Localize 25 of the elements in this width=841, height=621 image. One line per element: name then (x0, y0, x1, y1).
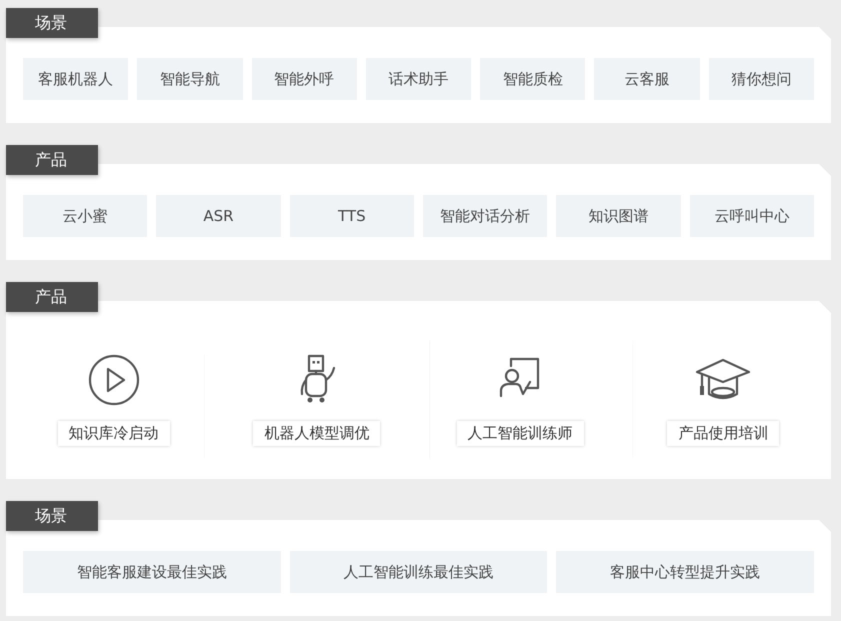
card-label: 产品使用培训 (667, 421, 780, 446)
card-label: 人工智能训练师 (456, 421, 584, 446)
tag-button[interactable]: TTS (290, 195, 414, 237)
tag-button[interactable]: 云呼叫中心 (690, 195, 814, 237)
tag-button[interactable]: 智能外呼 (252, 58, 357, 100)
section-tag: 产品 (6, 145, 98, 175)
tag-button[interactable]: 人工智能训练最佳实践 (290, 551, 548, 593)
card-label: 知识库冷启动 (58, 421, 170, 446)
tag-button[interactable]: 知识图谱 (556, 195, 681, 237)
tag-button[interactable]: 猜你想问 (708, 58, 814, 100)
tag-button[interactable]: 云小蜜 (23, 195, 148, 237)
tag-button[interactable]: 智能对话分析 (422, 195, 548, 237)
play-icon (88, 354, 140, 406)
tag-button[interactable]: 话术助手 (366, 58, 472, 100)
section-tag: 场景 (6, 8, 98, 38)
tag-button[interactable]: ASR (156, 195, 281, 237)
tag-button[interactable]: 智能质检 (480, 58, 586, 100)
tag-button[interactable]: 智能导航 (137, 58, 243, 100)
section-tag: 产品 (6, 282, 98, 312)
card-label: 机器人模型调优 (253, 421, 380, 446)
tag-button[interactable]: 客服机器人 (23, 58, 128, 100)
tag-button[interactable]: 云客服 (594, 58, 700, 100)
tag-button[interactable]: 智能客服建设最佳实践 (23, 551, 281, 593)
tag-button[interactable]: 客服中心转型提升实践 (556, 551, 814, 593)
section-tag: 场景 (6, 501, 98, 531)
